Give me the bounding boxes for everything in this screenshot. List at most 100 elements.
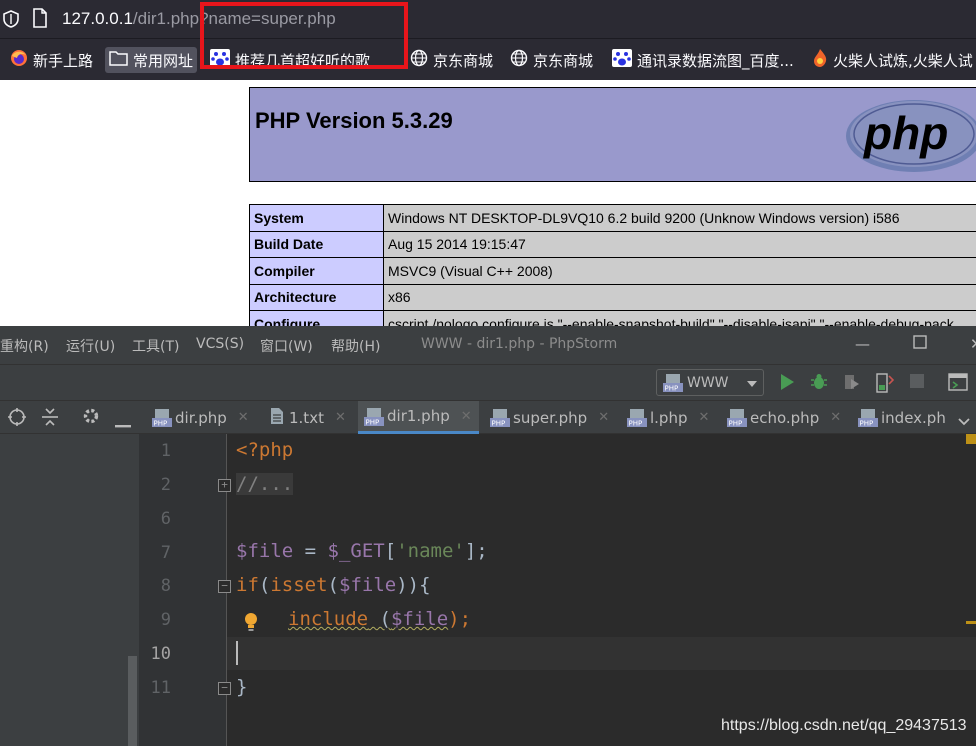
collapse-all-icon[interactable] [41,407,59,431]
fold-end-icon[interactable]: − [218,682,231,695]
run-config-label: WWW [687,374,729,391]
table-key: Compiler [249,257,384,285]
svg-text:PHP: PHP [154,420,168,428]
code-editor[interactable]: 1 2 6 7 8 9 10 11 + − − <?php //... $fil… [139,434,976,746]
close-icon[interactable]: ✕ [970,335,976,353]
code-token: $file [339,574,397,596]
tab-label: echo.php [750,408,820,427]
warning-stripe-marker[interactable] [966,621,976,624]
menu-bar: 重构(R) 运行(U) 工具(T) VCS(S) 窗口(W) 帮助(H) WWW… [0,326,976,364]
code-token: ( [368,608,391,630]
fold-expand-icon[interactable]: + [218,479,231,492]
tab-dir1-php[interactable]: PHP dir1.php ✕ [358,401,479,434]
tab-l-php[interactable]: PHP l.php ✕ [621,401,709,434]
table-row: Configure cscript /nologo configure.js "… [249,310,976,326]
svg-text:PHP: PHP [665,385,679,393]
tab-echo-php[interactable]: PHP echo.php ✕ [721,401,841,434]
table-key: Architecture [249,283,384,311]
run-icon[interactable] [779,373,795,395]
bookmark-label: 京东商城 [433,51,494,70]
code-token: ( [327,574,339,596]
line-number: 9 [160,610,171,630]
close-tab-icon[interactable]: ✕ [238,410,249,425]
tracking-shield-icon[interactable] [3,10,19,33]
bookmark-folder[interactable]: 常用网址 [105,47,198,73]
minimize-icon[interactable]: — [855,335,870,353]
menu-window[interactable]: 窗口(W) [260,336,313,356]
table-value: x86 [383,283,976,311]
menu-help[interactable]: 帮助(H) [331,336,380,356]
table-row: Architecture x86 [249,283,976,311]
bookmark-item[interactable]: 京东商城 [410,47,493,73]
url-host: 127.0.0.1 [62,9,133,28]
chevron-down-icon [747,375,757,391]
run-configuration-select[interactable]: PHP WWW [656,369,764,396]
close-tab-icon[interactable]: ✕ [461,409,472,424]
menu-run[interactable]: 运行(U) [66,336,115,356]
bookmark-item[interactable]: 京东商城 [510,47,593,73]
line-number: 11 [150,678,171,698]
current-line-highlight [227,637,976,670]
fold-collapse-icon[interactable]: − [218,580,231,593]
tab-index-php[interactable]: PHP index.ph [852,401,946,434]
tab-super-php[interactable]: PHP super.php ✕ [484,401,609,434]
page-info-icon[interactable] [32,8,48,33]
bookmark-label: 火柴人试炼,火柴人试 [833,51,973,70]
close-tab-icon[interactable]: ✕ [699,410,710,425]
menu-vcs[interactable]: VCS(S) [196,336,244,352]
svg-text:PHP: PHP [366,418,380,426]
code-token: $_GET [327,540,385,562]
watermark-text: https://blog.csdn.net/qq_29437513 [721,717,967,734]
chevron-down-icon[interactable] [958,411,970,430]
bookmark-label: 常用网址 [133,51,194,70]
stop-icon[interactable] [910,373,924,392]
locate-target-icon[interactable] [7,407,27,431]
maximize-icon[interactable] [913,335,927,353]
code-token: )){ [396,574,431,596]
php-version-title: PHP Version 5.3.29 [255,108,453,133]
close-tab-icon[interactable]: ✕ [335,410,346,425]
code-token: ( [258,574,271,596]
hide-panel-icon[interactable] [115,414,131,433]
tab-1-txt[interactable]: 1.txt ✕ [264,401,346,434]
gear-icon[interactable] [82,407,100,429]
main-toolbar: PHP WWW [0,364,976,400]
bookmark-item[interactable]: 新手上路 [10,47,93,73]
bookmark-label: 新手上路 [33,51,94,70]
scrollbar[interactable] [128,656,137,746]
tab-label: index.ph [881,408,946,427]
tab-dir-php[interactable]: PHP dir.php ✕ [146,401,249,434]
close-tab-icon[interactable]: ✕ [598,410,609,425]
code-token: if [236,574,259,596]
text-file-icon [270,407,284,429]
warning-stripe-marker[interactable] [966,434,976,444]
bookmark-item[interactable]: 火柴人试炼,火柴人试 [812,47,973,73]
table-key: Configure [249,310,384,326]
web-page-content: PHP Version 5.3.29 php System Windows NT… [0,80,976,326]
line-number: 6 [160,509,171,529]
lightbulb-icon[interactable] [244,612,258,637]
folder-icon [109,50,128,70]
bookmark-item[interactable]: 通讯录数据流图_百度... [612,47,794,73]
profiler-icon[interactable] [876,373,895,397]
table-key: Build Date [249,230,384,258]
code-token: [ [384,540,397,562]
line-number: 8 [160,576,171,596]
close-tab-icon[interactable]: ✕ [830,410,841,425]
php-logo[interactable]: php [844,94,976,179]
php-logo-text: php [862,107,948,159]
table-value: cscript /nologo configure.js "--enable-s… [383,310,976,326]
folded-comment[interactable]: //... [236,473,294,495]
browser-url-bar[interactable]: 127.0.0.1/dir1.php?name=super.php [0,0,976,38]
coverage-icon[interactable] [842,373,860,395]
tab-label: dir1.php [387,407,450,425]
menu-refactor[interactable]: 重构(R) [0,336,49,356]
debug-icon[interactable] [810,373,828,395]
globe-icon [510,49,528,71]
menu-tools[interactable]: 工具(T) [132,336,179,356]
table-value: Windows NT DESKTOP-DL9VQ10 6.2 build 920… [383,204,976,232]
code-line-2: //... [236,473,294,495]
php-file-icon: PHP [858,409,878,428]
terminal-icon[interactable] [948,373,968,395]
php-file-icon: PHP [490,409,510,428]
